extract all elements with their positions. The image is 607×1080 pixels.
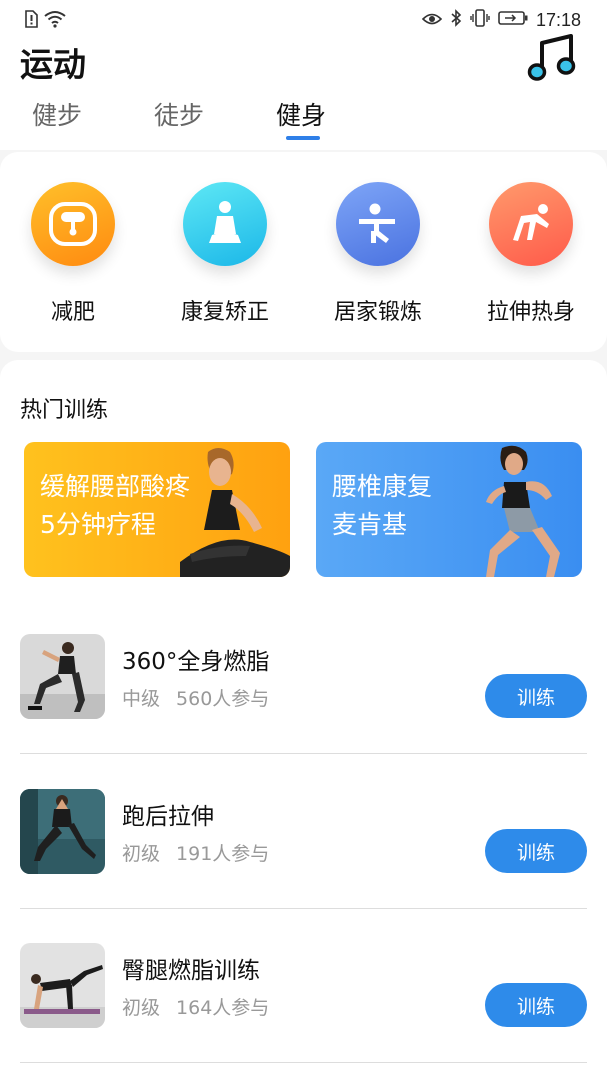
- train-button[interactable]: 训练: [485, 983, 587, 1027]
- alert-sim-icon: [24, 10, 38, 32]
- divider: [20, 908, 587, 909]
- course-participants: 560人参与: [176, 688, 270, 710]
- category-label: 拉伸热身: [486, 300, 575, 325]
- course-item[interactable]: 跑后拉伸 初级 191人参与 训练: [20, 789, 587, 944]
- course-thumbnail: [20, 943, 105, 1028]
- scale-icon: [31, 182, 115, 266]
- course-level: 初级: [122, 843, 161, 865]
- course-item[interactable]: 臀腿燃脂训练 初级 164人参与 训练: [20, 943, 587, 1080]
- person-yoga-icon: [489, 182, 573, 266]
- course-title: 360°全身燃脂: [122, 649, 270, 675]
- tab-walking[interactable]: 健步: [32, 96, 82, 132]
- woman-lunge-image: [486, 445, 560, 577]
- wifi-icon: [44, 10, 66, 32]
- divider: [20, 753, 587, 754]
- person-sitting-icon: [183, 182, 267, 266]
- banner-line1: 腰椎康复: [332, 472, 433, 501]
- banner-line2: 麦肯基: [332, 510, 408, 539]
- bluetooth-icon: [450, 9, 462, 32]
- divider: [20, 1062, 587, 1063]
- course-meta: 中级 560人参与: [122, 684, 269, 711]
- tab-hiking[interactable]: 徒步: [154, 96, 204, 132]
- status-bar: 17:18: [0, 0, 607, 38]
- course-level: 中级: [122, 688, 161, 710]
- category-label: 减肥: [50, 300, 95, 325]
- category-card: 减肥 康复矫正 居家锻炼 拉伸热身: [0, 152, 607, 352]
- music-note-icon[interactable]: [527, 33, 579, 83]
- category-stretch-warmup[interactable]: 拉伸热身: [471, 182, 591, 326]
- course-level: 初级: [122, 997, 161, 1019]
- banner-text: 腰椎康复 麦肯基: [332, 468, 432, 544]
- category-label: 居家锻炼: [333, 300, 422, 325]
- category-label: 康复矫正: [180, 300, 269, 325]
- course-item[interactable]: 360°全身燃脂 中级 560人参与 训练: [20, 634, 587, 789]
- eye-icon: [421, 11, 443, 31]
- tab-fitness[interactable]: 健身: [276, 96, 326, 132]
- vibrate-icon: [470, 9, 490, 32]
- banner-back-pain[interactable]: 缓解腰部酸疼 5分钟疗程: [24, 442, 290, 577]
- main-content: 热门训练 缓解腰部酸疼 5分钟疗程 腰椎康复 麦肯基 360°全身燃脂 中级 5…: [0, 360, 607, 1080]
- course-participants: 164人参与: [176, 997, 270, 1019]
- train-button[interactable]: 训练: [485, 829, 587, 873]
- course-title: 臀腿燃脂训练: [122, 958, 260, 984]
- person-stretch-icon: [336, 182, 420, 266]
- tab-bar: 健步 徒步 健身: [0, 96, 607, 146]
- category-weight-loss[interactable]: 减肥: [13, 182, 133, 326]
- banner-lumbar-rehab[interactable]: 腰椎康复 麦肯基: [316, 442, 582, 577]
- woman-sitting-image: [180, 448, 290, 577]
- banner-line2: 5分钟疗程: [40, 510, 156, 539]
- section-title: 热门训练: [20, 398, 109, 423]
- course-meta: 初级 164人参与: [122, 993, 269, 1020]
- course-thumbnail: [20, 634, 105, 719]
- category-rehab[interactable]: 康复矫正: [165, 182, 285, 326]
- tab-indicator: [286, 136, 320, 140]
- status-time: 17:18: [535, 10, 581, 30]
- course-participants: 191人参与: [176, 843, 270, 865]
- battery-icon: [498, 10, 528, 31]
- banner-line1: 缓解腰部酸疼: [40, 472, 191, 501]
- page-title: 运动: [20, 45, 86, 84]
- train-button[interactable]: 训练: [485, 674, 587, 718]
- course-meta: 初级 191人参与: [122, 839, 269, 866]
- course-thumbnail: [20, 789, 105, 874]
- course-title: 跑后拉伸: [122, 804, 214, 830]
- category-home-workout[interactable]: 居家锻炼: [318, 182, 438, 326]
- banner-text: 缓解腰部酸疼 5分钟疗程: [40, 468, 190, 544]
